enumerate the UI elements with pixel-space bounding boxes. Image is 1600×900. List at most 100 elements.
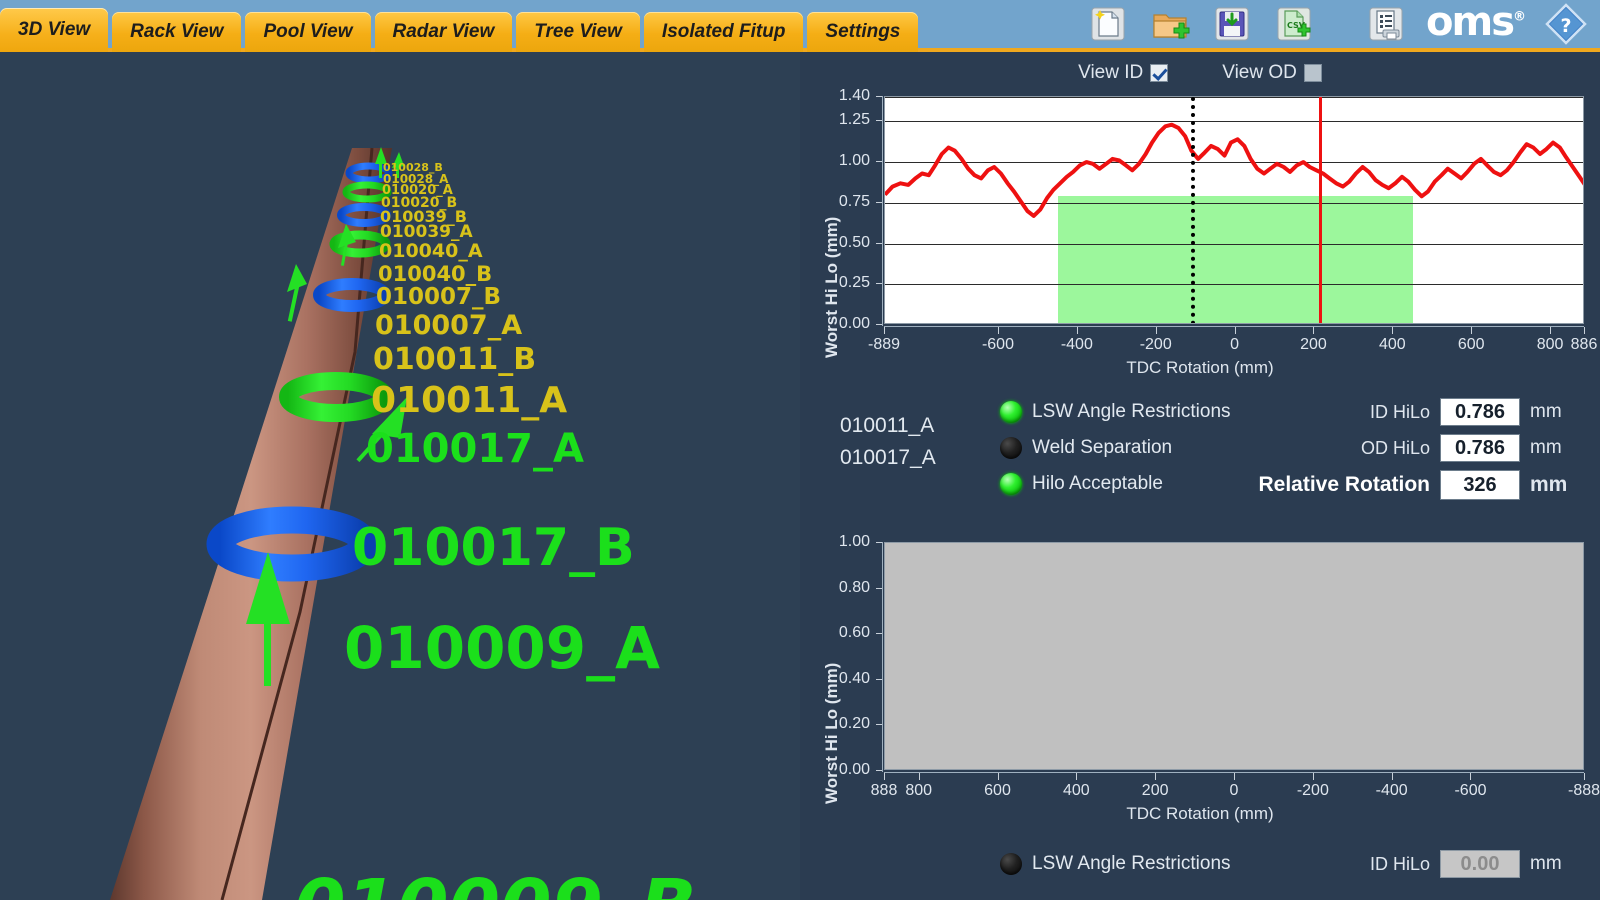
x-tick-label: 800	[905, 782, 933, 799]
y-tick-label: 0.20	[838, 715, 870, 733]
y-tick-label: 0.40	[838, 669, 870, 687]
tab-settings[interactable]: Settings	[807, 12, 919, 52]
x-tick	[1155, 327, 1157, 334]
3d-viewport[interactable]: 010028_B 010028_A 010020_A 010020_B 0100…	[0, 52, 800, 900]
x-tick	[1391, 773, 1393, 780]
open-folder-button[interactable]	[1142, 2, 1198, 46]
y-tick-label: 0.00	[838, 761, 870, 778]
weld-label-yellow: 010007_A	[375, 310, 523, 341]
od-hilo-value[interactable]: 0.786	[1440, 434, 1520, 462]
weld-id-primary: 010011_A	[840, 414, 935, 437]
weld-label-yellow: 010011_B	[373, 342, 537, 377]
x-tick-label: -889	[867, 336, 901, 353]
weld-label-yellow: 010007_B	[376, 284, 502, 310]
weld-label-yellow: 010040_B	[378, 262, 493, 286]
x-tick	[1155, 773, 1157, 780]
tab-tree-view[interactable]: Tree View	[516, 12, 640, 52]
x-tick	[1312, 773, 1314, 780]
x-tick	[1584, 327, 1585, 334]
y-tick-label: 0.75	[838, 192, 870, 210]
export-csv-button[interactable]: CSV	[1266, 2, 1322, 46]
weld-label-green: 010009_A	[344, 614, 661, 682]
id-hilo-label: ID HiLo	[1369, 401, 1430, 422]
x-tick	[1550, 327, 1552, 334]
od-chart-x-axis-title: TDC Rotation (mm)	[1126, 804, 1274, 823]
x-tick	[1076, 327, 1078, 334]
od-chart-plot-area[interactable]	[884, 542, 1584, 770]
icon-toolbar: CSV oms® ?	[1080, 0, 1600, 48]
relative-rotation-value[interactable]: 326	[1440, 470, 1520, 500]
y-tick-label: 1.00	[838, 533, 870, 550]
od-id-hilo-value: 0.00	[1440, 850, 1520, 878]
od-indicator-panel: LSW Angle Restrictions ID HiLo 0.00 mm	[800, 836, 1600, 896]
weld-id-secondary: 010017_A	[840, 446, 936, 469]
x-tick	[1313, 327, 1315, 334]
id-chart-x-axis-title: TDC Rotation (mm)	[1126, 358, 1274, 377]
x-tick-label: -600	[1454, 782, 1487, 799]
y-tick-label: 0.60	[838, 624, 870, 642]
weld-label-green: 010017_B	[352, 518, 635, 578]
od-hilo-field-row: OD HiLo 0.786 mm	[1340, 434, 1562, 462]
id-chart-plot-area[interactable]	[884, 96, 1584, 324]
view-od-checkbox-group[interactable]: View OD	[1222, 62, 1322, 84]
x-tick-label: 0	[1230, 336, 1240, 353]
tab-3d-view[interactable]: 3D View	[0, 8, 109, 52]
view-id-checkbox-group[interactable]: View ID	[1078, 62, 1169, 84]
od-status-row-lsw: LSW Angle Restrictions	[1000, 846, 1231, 882]
view-od-label: View OD	[1222, 62, 1297, 83]
help-button[interactable]: ?	[1538, 2, 1594, 46]
new-document-button[interactable]	[1080, 2, 1136, 46]
x-tick	[1076, 773, 1078, 780]
od-id-hilo-label: ID HiLo	[1369, 853, 1430, 874]
tab-radar-view[interactable]: Radar View	[374, 12, 513, 52]
id-hilo-chart[interactable]: Worst Hi Lo (mm) 0.00 0.25 0.50 0.75 1.00 1.2…	[800, 86, 1600, 386]
view-options: View ID View OD	[800, 60, 1600, 86]
id-hilo-value[interactable]: 0.786	[1440, 398, 1520, 426]
x-tick-label: 600	[984, 782, 1011, 799]
tab-label: Pool View	[263, 21, 353, 42]
x-axis-line	[884, 772, 1584, 773]
x-tick	[997, 773, 999, 780]
lsw-angle-restrictions-led	[1000, 401, 1022, 423]
y-tick-label: 1.00	[838, 152, 870, 170]
tab-label: Settings	[825, 21, 901, 42]
top-toolbar: 3D View Rack View Pool View Radar View Tree …	[0, 0, 1600, 52]
y-tick-label: 0.80	[838, 578, 870, 596]
x-tick	[1392, 327, 1394, 334]
od-lsw-angle-restrictions-label: LSW Angle Restrictions	[1032, 853, 1231, 874]
x-tick	[884, 327, 885, 334]
od-lsw-angle-restrictions-led	[1000, 853, 1022, 875]
tab-isolated-fitup[interactable]: Isolated Fitup	[643, 12, 804, 52]
relative-rotation-unit: mm	[1530, 473, 1568, 496]
x-tick	[918, 773, 920, 780]
tab-label: Isolated Fitup	[661, 21, 786, 42]
x-tick-label: 886	[1570, 336, 1598, 353]
weld-label-yellow: 010040_A	[379, 240, 483, 262]
save-button[interactable]	[1204, 2, 1260, 46]
od-hilo-label: OD HiLo	[1360, 437, 1430, 458]
relative-rotation-row: Relative Rotation 326 mm	[1200, 470, 1567, 500]
tab-label: Rack View	[130, 21, 224, 42]
tab-pool-view[interactable]: Pool View	[245, 12, 371, 52]
x-tick	[997, 327, 999, 334]
print-report-button[interactable]	[1358, 2, 1414, 46]
od-hilo-chart[interactable]: Worst Hi Lo (mm) 0.00 0.20 0.40 0.60 0.80 1.0…	[800, 532, 1600, 832]
x-tick-label: -888	[1567, 782, 1600, 799]
x-tick-label: 800	[1536, 336, 1564, 353]
y-axis-line	[882, 542, 883, 772]
x-tick-label: 0	[1229, 782, 1239, 799]
x-tick	[1584, 773, 1585, 780]
tab-rack-view[interactable]: Rack View	[112, 12, 242, 52]
x-tick	[884, 773, 885, 780]
status-row-lsw: LSW Angle Restrictions	[1000, 394, 1231, 430]
view-od-checkbox[interactable]	[1303, 64, 1322, 82]
x-tick-label: 400	[1062, 782, 1090, 799]
x-tick	[1470, 773, 1472, 780]
od-hilo-unit: mm	[1530, 437, 1562, 458]
od-id-hilo-field-row: ID HiLo 0.00 mm	[1340, 850, 1562, 878]
view-id-label: View ID	[1078, 62, 1144, 83]
id-hilo-unit: mm	[1530, 401, 1562, 422]
x-tick-label: -600	[981, 336, 1014, 353]
view-id-checkbox[interactable]	[1150, 64, 1169, 82]
weld-id-list: 010011_A 010017_A	[840, 410, 936, 474]
